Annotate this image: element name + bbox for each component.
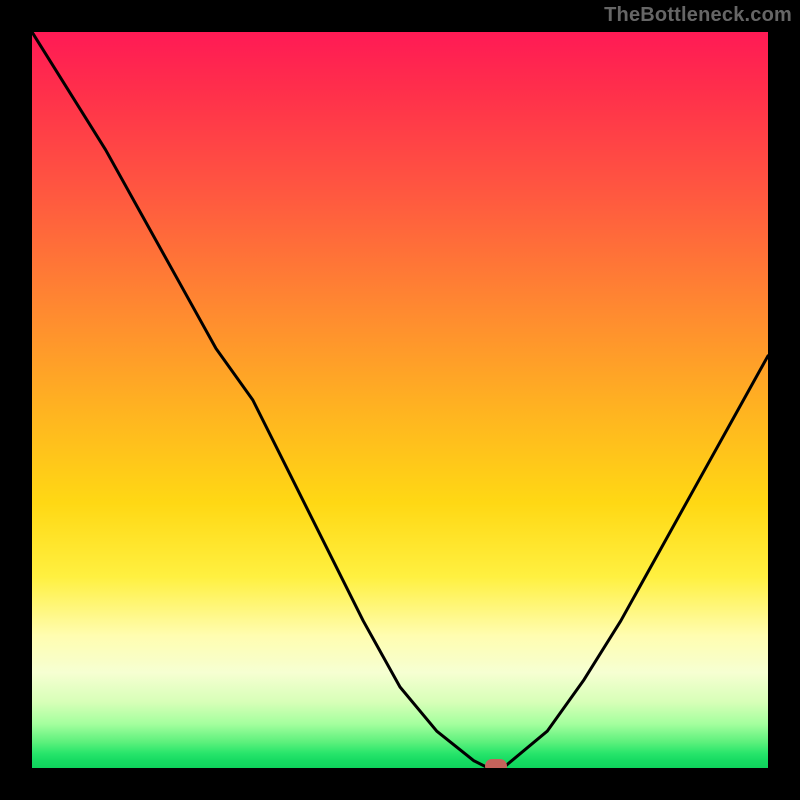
chart-frame: TheBottleneck.com [0,0,800,800]
bottleneck-curve [32,32,768,768]
minimum-marker-icon [485,759,507,768]
watermark-text: TheBottleneck.com [604,4,792,27]
plot-area [32,32,768,768]
